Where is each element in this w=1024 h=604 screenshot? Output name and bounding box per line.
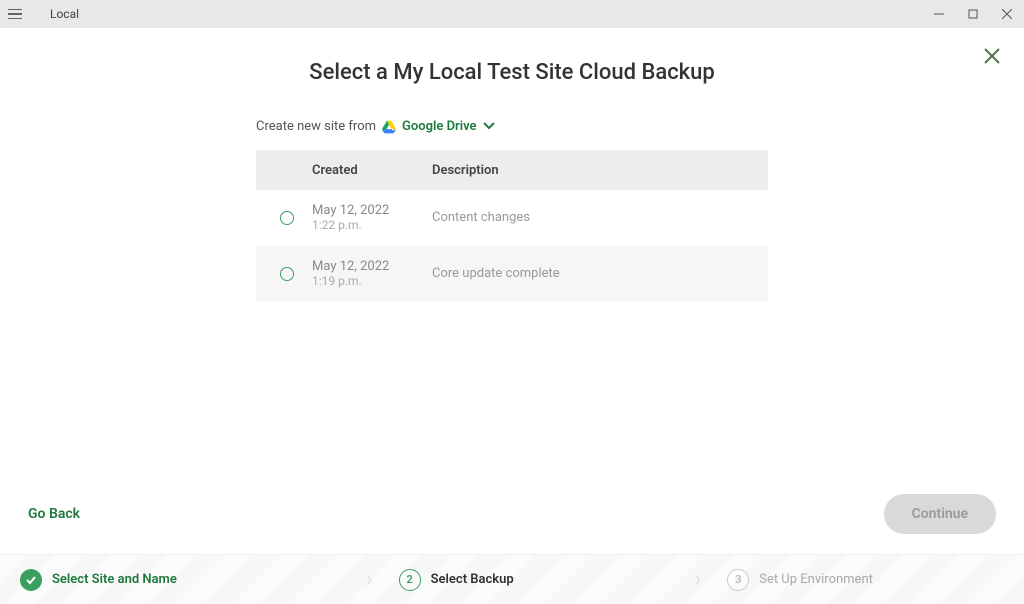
- chevron-down-icon: [483, 119, 495, 134]
- window-title: Local: [50, 7, 79, 21]
- step-label: Set Up Environment: [759, 572, 873, 587]
- source-prefix: Create new site from: [256, 119, 376, 134]
- source-selector[interactable]: Create new site from Google Drive: [256, 119, 768, 134]
- created-cell: May 12, 2022 1:22 p.m.: [312, 203, 432, 232]
- step-set-up-environment: 3 Set Up Environment: [707, 569, 1024, 591]
- column-header-created: Created: [312, 163, 432, 178]
- backup-date: May 12, 2022: [312, 203, 432, 218]
- hamburger-menu-icon[interactable]: [8, 5, 26, 23]
- window-controls: [922, 0, 1024, 28]
- continue-button[interactable]: Continue: [884, 494, 996, 534]
- backup-description: Content changes: [432, 210, 530, 225]
- go-back-button[interactable]: Go Back: [28, 506, 80, 522]
- provider-name: Google Drive: [402, 119, 477, 134]
- minimize-button[interactable]: [922, 0, 956, 28]
- column-header-description: Description: [432, 163, 768, 178]
- step-select-backup[interactable]: 2 Select Backup: [379, 569, 689, 591]
- step-divider-icon: ›: [689, 567, 708, 592]
- footer-actions: Go Back Continue: [0, 494, 1024, 554]
- step-select-site[interactable]: Select Site and Name: [0, 569, 360, 591]
- page-title: Select a My Local Test Site Cloud Backup: [0, 60, 1024, 85]
- table-header: Created Description: [256, 150, 768, 190]
- radio-select[interactable]: [280, 267, 294, 281]
- backup-row[interactable]: May 12, 2022 1:19 p.m. Core update compl…: [256, 246, 768, 302]
- step-circle-done: [20, 569, 42, 591]
- step-circle-active: 2: [399, 569, 421, 591]
- step-label: Select Site and Name: [52, 572, 177, 587]
- close-window-button[interactable]: [990, 0, 1024, 28]
- maximize-button[interactable]: [956, 0, 990, 28]
- backup-time: 1:22 p.m.: [312, 218, 432, 232]
- backup-row[interactable]: May 12, 2022 1:22 p.m. Content changes: [256, 190, 768, 246]
- backup-panel: Create new site from Google Drive Create…: [256, 119, 768, 302]
- stepper: Select Site and Name › 2 Select Backup ›…: [0, 554, 1024, 604]
- step-label: Select Backup: [431, 572, 514, 587]
- backup-date: May 12, 2022: [312, 259, 432, 274]
- window-titlebar: Local: [0, 0, 1024, 28]
- google-drive-icon: [382, 120, 396, 134]
- backup-time: 1:19 p.m.: [312, 274, 432, 288]
- main-content: Select a My Local Test Site Cloud Backup…: [0, 28, 1024, 494]
- close-icon[interactable]: [982, 46, 1002, 70]
- backup-description: Core update complete: [432, 266, 560, 281]
- step-circle-pending: 3: [727, 569, 749, 591]
- radio-select[interactable]: [280, 211, 294, 225]
- step-divider-icon: ›: [360, 567, 379, 592]
- created-cell: May 12, 2022 1:19 p.m.: [312, 259, 432, 288]
